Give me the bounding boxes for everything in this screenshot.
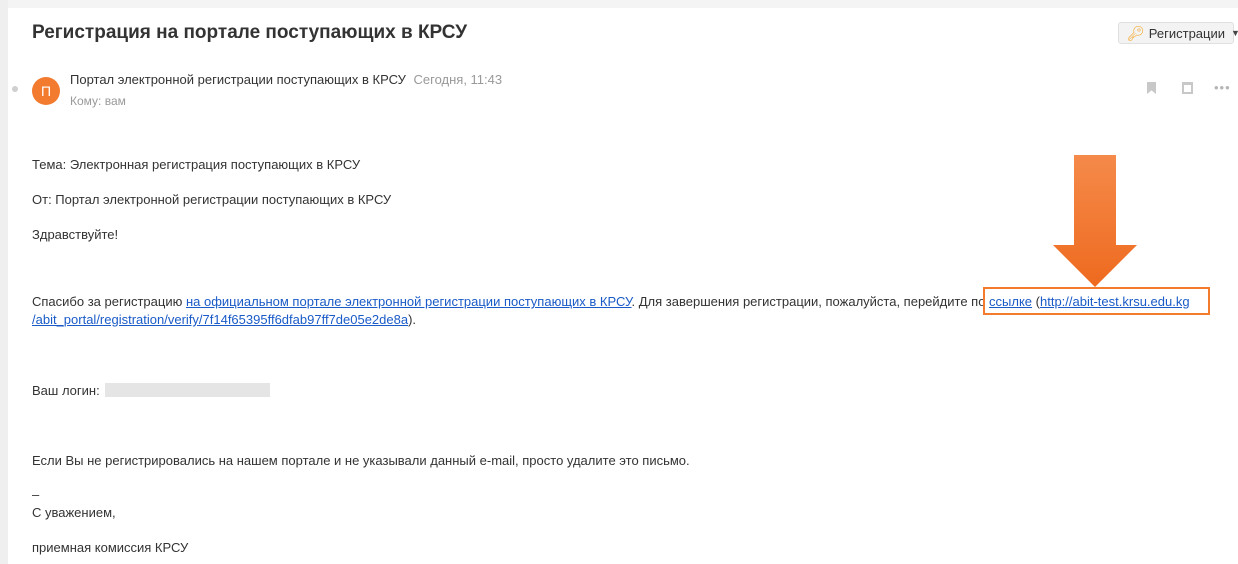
thanks-middle: . Для завершения регистрации, пожалуйста… <box>631 294 990 309</box>
link-highlight-box <box>983 287 1210 315</box>
from-line: От: Портал электронной регистрации посту… <box>32 192 392 207</box>
login-label: Ваш логин: <box>32 383 100 398</box>
sender-name[interactable]: Портал электронной регистрации поступающ… <box>70 72 406 87</box>
sender-line: Портал электронной регистрации поступающ… <box>70 72 502 87</box>
calendar-icon[interactable] <box>1182 82 1193 94</box>
folder-dropdown-button[interactable]: 🔑︎ Регистрации ▼ <box>1118 22 1238 44</box>
greeting-line: Здравствуйте! <box>32 227 119 242</box>
url-continuation: /abit_portal/registration/verify/7f14f65… <box>32 312 416 327</box>
recipient-line[interactable]: Кому: вам <box>70 94 126 108</box>
login-value-redacted <box>105 383 271 397</box>
caret-down-icon: ▼ <box>1231 28 1238 38</box>
topic-line: Тема: Электронная регистрация поступающи… <box>32 157 361 172</box>
ignore-notice: Если Вы не регистрировались на нашем пор… <box>32 453 690 468</box>
bookmark-icon[interactable] <box>1147 82 1156 94</box>
email-date: Сегодня, 11:43 <box>413 72 503 87</box>
arrow-down-icon <box>1053 155 1137 287</box>
verify-url-part2[interactable]: /abit_portal/registration/verify/7f14f65… <box>32 312 408 327</box>
portal-link[interactable]: на официальном портале электронной регис… <box>186 294 632 309</box>
key-icon: 🔑︎ <box>1127 25 1145 41</box>
login-line: Ваш логин: <box>32 383 271 398</box>
window-left-frame <box>0 0 8 564</box>
more-icon[interactable]: ••• <box>1214 80 1231 95</box>
email-subject: Регистрация на портале поступающих в КРС… <box>32 22 468 43</box>
read-status-dot[interactable] <box>12 86 18 92</box>
sender-avatar[interactable]: П <box>32 77 60 105</box>
thanks-prefix: Спасибо за регистрацию <box>32 294 186 309</box>
regards-line: С уважением, <box>32 505 116 520</box>
window-top-frame <box>0 0 1238 8</box>
folder-label: Регистрации <box>1148 25 1225 41</box>
signature-line: приемная комиссия КРСУ <box>32 540 189 555</box>
separator: – <box>32 487 40 502</box>
paren-close: ). <box>408 312 417 327</box>
